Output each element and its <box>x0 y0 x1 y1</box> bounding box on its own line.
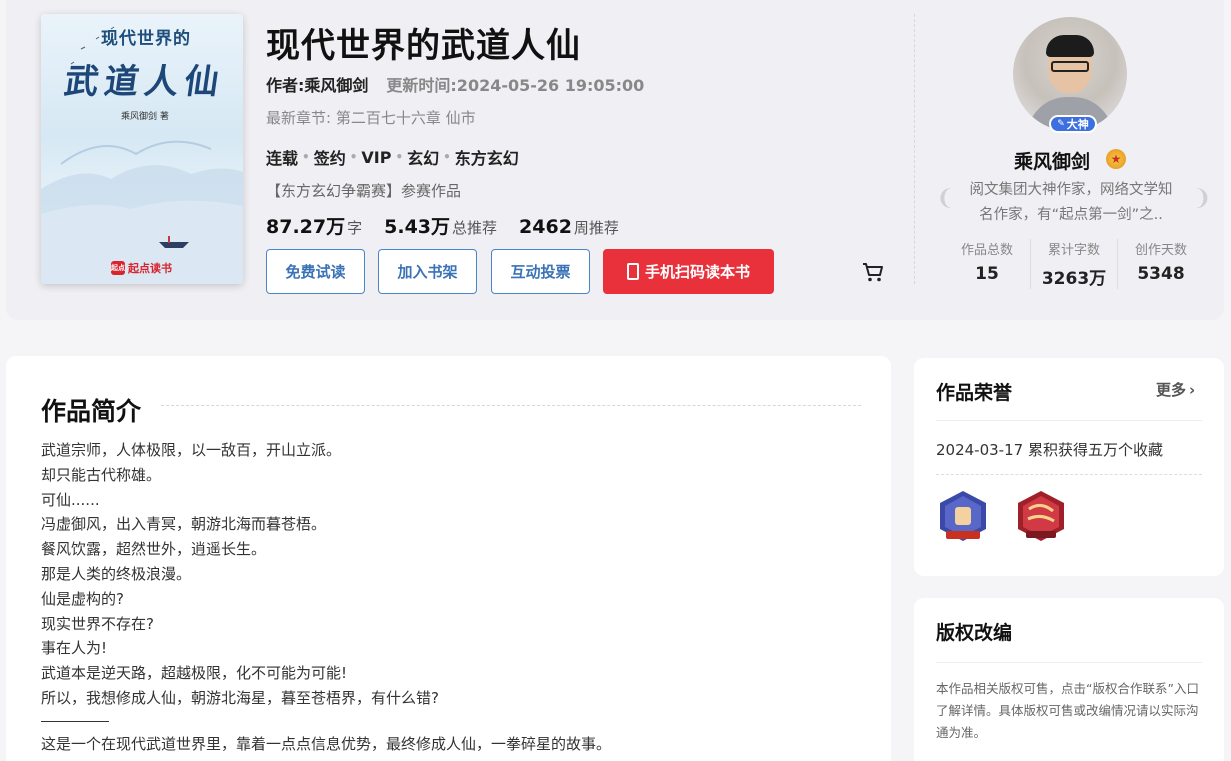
cover-main-title: 武道人仙 <box>61 62 228 102</box>
book-author-link[interactable]: 作者:乘风御剑 <box>266 72 368 96</box>
author-name[interactable]: 乘风御剑 <box>1014 147 1090 174</box>
vote-button[interactable]: 互动投票 <box>491 249 590 294</box>
tag-separator: • <box>349 150 358 164</box>
intro-line: 现实世界不存在? <box>41 614 154 633</box>
book-tags: 连载 • 签约 • VIP • 玄幻 • 东方玄幻 <box>266 145 519 169</box>
author-stats: 作品总数 15 累计字数 3263万 创作天数 5348 <box>944 239 1204 289</box>
intro-line: 这是一个在现代武道世界里，靠着一点点信息优势，最终修成人仙，一拳碎星的故事。 <box>41 734 612 753</box>
cover-author: 乘风御剑 著 <box>121 112 169 122</box>
stat-word-count: 87.27万字 <box>266 216 363 238</box>
book-meta: 作者:乘风御剑 更新时间:2024-05-26 19:05:00 <box>266 72 644 96</box>
book-title: 现代世界的武道人仙 <box>266 26 581 66</box>
intro-line: 所以，我想修成人仙，朝游北海星，暮至苍梧界，有什么错? <box>41 688 439 707</box>
qidian-logo-icon: 起点 <box>111 261 125 275</box>
intro-line: 餐风饮露，超然世外，逍遥长生。 <box>41 540 267 559</box>
intro-title-rule <box>161 405 861 406</box>
intro-title: 作品简介 <box>41 397 142 426</box>
add-to-shelf-button[interactable]: 加入书架 <box>378 249 477 294</box>
intro-line: 冯虚御风，出入青冥，朝游北海而暮苍梧。 <box>41 515 327 534</box>
feather-icon: ✎ <box>1057 119 1065 129</box>
tag-subgenre[interactable]: 东方玄幻 <box>455 145 519 169</box>
honor-title: 作品荣誉 <box>936 382 1013 404</box>
author-level-icon: ★ <box>1106 149 1126 169</box>
intro-text: 武道宗师，人体极限，以一敌百，开山立派。 却只能古代称雄。 可仙...... 冯… <box>41 438 611 757</box>
honor-more-link[interactable]: 更多 › <box>1156 379 1195 400</box>
intro-line: 武道本是逆天路，超越极限，化不可能为可能! <box>41 664 348 683</box>
phone-icon <box>626 263 639 280</box>
tag-separator: • <box>395 150 404 164</box>
tag-vip: VIP <box>361 147 392 167</box>
fist-medal-icon[interactable] <box>936 489 990 545</box>
phone-scan-read-button[interactable]: 手机扫码读本书 <box>603 249 774 294</box>
cart-icon[interactable] <box>861 261 885 283</box>
tag-genre[interactable]: 玄幻 <box>407 145 439 169</box>
copyright-card: 版权改编 本作品相关版权可售，点击“版权合作联系”入口了解详情。具体版权可售或改… <box>914 598 1224 761</box>
honor-card: 作品荣誉 更多 › 2024-03-17 累积获得五万个收藏 <box>914 358 1224 576</box>
author-description: 阅文集团大神作家，网络文学知 名作家，有“起点第一剑”之.. <box>969 182 1173 223</box>
honor-item: 2024-03-17 累积获得五万个收藏 <box>936 441 1163 459</box>
stat-weekly-recommend: 2462 周推荐 <box>519 216 619 238</box>
author-stat-words: 累计字数 3263万 <box>1031 239 1118 289</box>
latest-chapter-link[interactable]: 最新章节: 第二百七十六章 仙市 <box>266 107 476 128</box>
tag-status: 连载 <box>266 149 299 168</box>
intro-card: 作品简介 武道宗师，人体极限，以一敌百，开山立派。 却只能古代称雄。 可仙...… <box>6 356 891 761</box>
update-time: 更新时间:2024-05-26 19:05:00 <box>386 76 645 95</box>
phone-scan-read-label: 手机扫码读本书 <box>644 263 750 281</box>
free-read-button[interactable]: 免费试读 <box>266 249 365 294</box>
tag-separator: • <box>302 150 310 164</box>
intro-line: 仙是虚构的? <box>41 589 124 608</box>
tag-separator: • <box>443 150 451 164</box>
intro-separator <box>41 720 109 722</box>
dashen-badge: ✎ 大神 <box>1049 115 1097 133</box>
intro-line: 可仙...... <box>41 490 100 509</box>
boutique-medal-icon[interactable] <box>1014 489 1068 545</box>
intro-line: 却只能古代称雄。 <box>41 465 162 484</box>
cover-publisher-label: 起点读书 <box>128 262 172 275</box>
author-stat-days: 创作天数 5348 <box>1134 243 1187 284</box>
author-stat-works: 作品总数 15 <box>944 239 1031 289</box>
contest-label[interactable]: 【东方玄幻争霸赛】参赛作品 <box>266 180 461 201</box>
cover-publisher-logo: 起点 起点读书 <box>111 260 172 276</box>
laurel-right-icon: ❩ <box>1193 186 1212 211</box>
book-cover[interactable]: 现代世界的 武道人仙 乘风御剑 著 起点 起点读书 <box>41 14 243 284</box>
author-avatar[interactable] <box>1013 17 1127 131</box>
intro-line: 事在人为! <box>41 639 108 658</box>
stat-total-recommend: 5.43万 总推荐 <box>384 216 498 238</box>
book-stats: 87.27万字 5.43万 总推荐 2462 周推荐 <box>266 212 619 239</box>
cover-subtitle: 现代世界的 <box>101 29 191 49</box>
chevron-right-icon: › <box>1189 381 1196 399</box>
intro-line: 武道宗师，人体极限，以一敌百，开山立派。 <box>41 441 342 459</box>
copyright-title: 版权改编 <box>936 622 1013 644</box>
copyright-text: 本作品相关版权可售，点击“版权合作联系”入口了解详情。具体版权可售或改编情况请以… <box>936 681 1199 740</box>
header-divider <box>914 14 915 284</box>
tag-signed: 签约 <box>313 149 346 168</box>
intro-line: 那是人类的终极浪漫。 <box>41 564 192 583</box>
